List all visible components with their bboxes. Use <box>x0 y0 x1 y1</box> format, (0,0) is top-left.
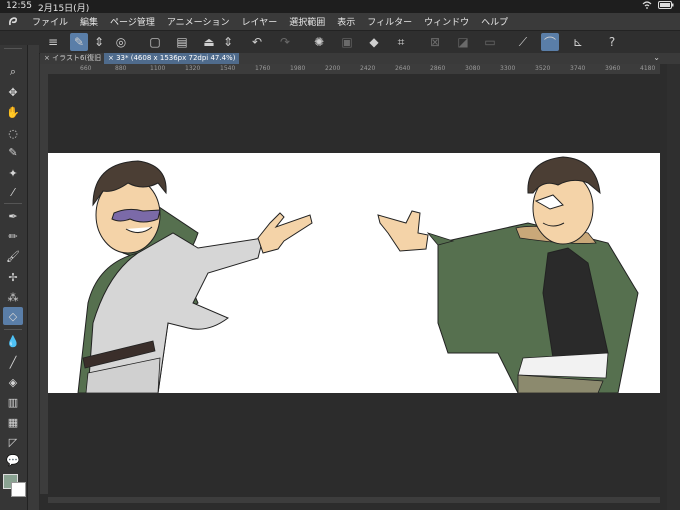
menu-animation[interactable]: アニメーション <box>161 15 236 28</box>
decoration-icon[interactable]: ✢ <box>3 268 23 286</box>
status-bar: 12:55 2月15日(月) <box>0 0 680 14</box>
menu-help[interactable]: ヘルプ <box>475 15 514 28</box>
menu-selection[interactable]: 選択範囲 <box>283 15 331 28</box>
command-bar: ≡ ✎ ⇕ ◎ ▢ ▤ ⏏ ⇕ ↶ ↷ ✺ ▣ ◆ ⌗ ⊠ ◪ ▭ ⟋ ⌒ ⊾ … <box>0 30 680 54</box>
sub-color-swatch[interactable] <box>11 482 26 497</box>
loading-icon[interactable]: ✺ <box>310 33 328 51</box>
deselect-icon[interactable]: ⊠ <box>426 33 444 51</box>
speech-balloon-icon[interactable]: 💬 <box>3 451 23 469</box>
illustration <box>77 156 639 394</box>
status-time: 12:55 <box>6 1 32 11</box>
menu-edit[interactable]: 編集 <box>74 15 104 28</box>
horizontal-ruler: 660 880 1100 1320 1540 1760 1980 2200 24… <box>40 64 660 74</box>
menu-page[interactable]: ページ管理 <box>104 15 161 28</box>
app-logo-icon[interactable] <box>0 13 26 30</box>
magic-wand-icon[interactable]: ✦ <box>3 164 23 182</box>
tab-document-1[interactable]: × イラスト6(復旧 <box>40 53 105 64</box>
redo-icon[interactable]: ↷ <box>276 33 294 51</box>
lasso-icon[interactable]: ◌ <box>3 124 23 142</box>
frame-icon[interactable]: ▦ <box>3 413 23 431</box>
help-icon[interactable]: ? <box>603 33 621 51</box>
line-icon[interactable]: ╱ <box>3 353 23 371</box>
view-icon[interactable]: ◎ <box>112 33 130 51</box>
vertical-ruler <box>40 74 48 494</box>
menu-layer[interactable]: レイヤー <box>236 15 284 28</box>
horizontal-scrollbar[interactable] <box>48 497 660 503</box>
selection-box-icon[interactable]: ▭ <box>481 33 499 51</box>
airbrush-icon[interactable]: ⁂ <box>3 288 23 306</box>
grid-snap-icon[interactable]: ⊾ <box>569 33 587 51</box>
close-icon[interactable]: × <box>108 54 116 62</box>
fill-bucket-icon[interactable]: ◈ <box>3 373 23 391</box>
vertical-scrollbar[interactable] <box>667 64 680 510</box>
eraser-icon[interactable]: ◇ <box>3 307 23 325</box>
battery-icon <box>658 1 674 12</box>
crop-icon[interactable]: ⌗ <box>392 33 410 51</box>
save-icon[interactable]: ⏏ <box>200 33 218 51</box>
selection-pen-icon[interactable]: ✎ <box>3 143 23 161</box>
edit-mode-icon[interactable]: ✎ <box>70 33 88 51</box>
eyedropper-icon[interactable]: ⁄ <box>3 183 23 201</box>
tab-document-2[interactable]: × 33* (4608 x 1536px 72dpi 47.4%) <box>104 53 240 64</box>
fill-icon[interactable]: ◆ <box>365 33 383 51</box>
right-character <box>377 156 639 394</box>
blend-icon[interactable]: 💧 <box>3 332 23 350</box>
zoom-icon[interactable]: ⌕ <box>3 63 23 81</box>
brush-icon[interactable]: 🖌 <box>3 247 23 265</box>
wifi-icon <box>642 1 652 12</box>
move-icon[interactable]: ✥ <box>3 83 23 101</box>
document-tab-bar: × イラスト6(復旧 × 33* (4608 x 1536px 72dpi 47… <box>40 53 680 64</box>
side-strip <box>28 45 39 510</box>
transform-icon[interactable]: ▣ <box>338 33 356 51</box>
invert-selection-icon[interactable]: ◪ <box>454 33 472 51</box>
tool-palette: ⌕ ✥ ✋ ◌ ✎ ✦ ⁄ ✒ ✏ 🖌 ✢ ⁂ ◇ 💧 ╱ ◈ ▥ ▦ ◸ 💬 <box>0 45 28 510</box>
ruler-icon[interactable]: ◸ <box>3 433 23 451</box>
stepper-icon[interactable]: ⇕ <box>93 33 105 51</box>
canvas-paper[interactable] <box>48 153 660 394</box>
ruler-snap-icon[interactable]: ⟋ <box>514 33 532 51</box>
pencil-icon[interactable]: ✏ <box>3 227 23 245</box>
open-folder-icon[interactable]: ▤ <box>173 33 191 51</box>
menu-filter[interactable]: フィルター <box>361 15 418 28</box>
left-character <box>77 160 313 394</box>
close-icon[interactable]: × <box>44 54 52 62</box>
pen-icon[interactable]: ✒ <box>3 207 23 225</box>
gradient-icon[interactable]: ▥ <box>3 393 23 411</box>
menu-bar: ファイル 編集 ページ管理 アニメーション レイヤー 選択範囲 表示 フィルター… <box>0 13 680 30</box>
new-file-icon[interactable]: ▢ <box>146 33 164 51</box>
undo-icon[interactable]: ↶ <box>248 33 266 51</box>
menu-window[interactable]: ウィンドウ <box>418 15 475 28</box>
menu-file[interactable]: ファイル <box>26 15 74 28</box>
hand-icon[interactable]: ✋ <box>3 103 23 121</box>
menu-view[interactable]: 表示 <box>331 15 361 28</box>
special-ruler-snap-icon[interactable]: ⌒ <box>541 33 559 51</box>
stepper-icon-2[interactable]: ⇕ <box>222 33 234 51</box>
chevron-down-icon[interactable]: ⌄ <box>653 53 660 62</box>
hamburger-icon[interactable]: ≡ <box>44 33 62 51</box>
